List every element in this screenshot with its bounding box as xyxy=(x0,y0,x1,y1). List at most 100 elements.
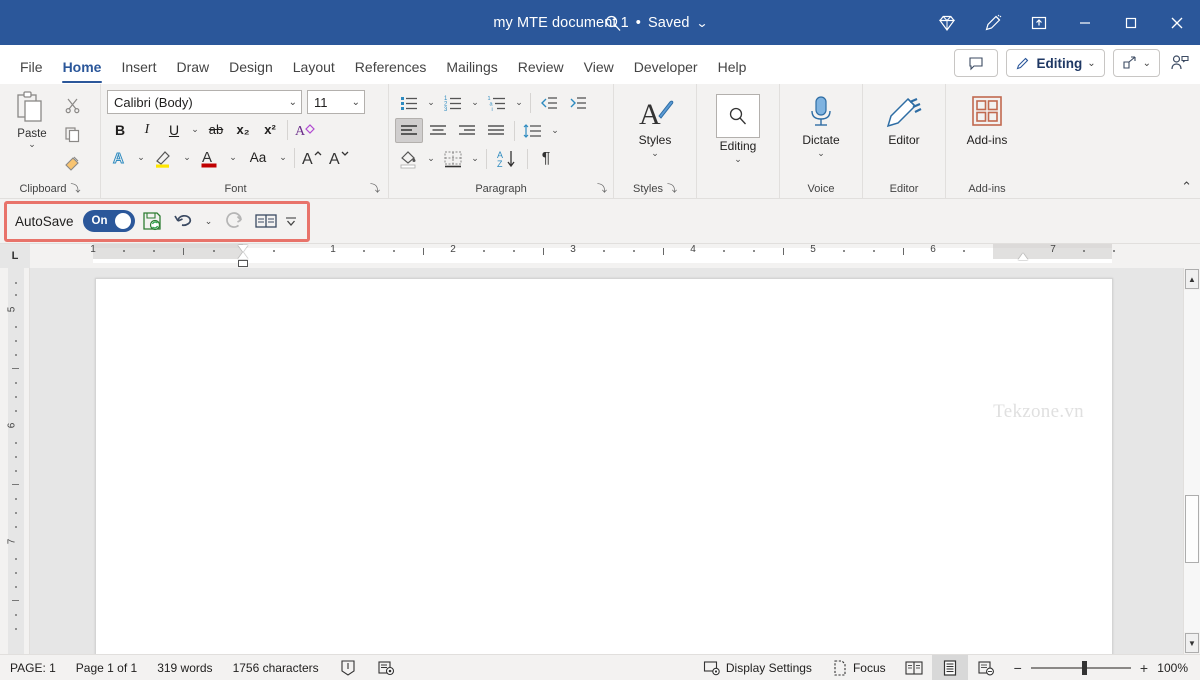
first-line-indent-marker[interactable] xyxy=(238,245,248,252)
ribbon-display-options-icon[interactable] xyxy=(1016,0,1062,45)
tab-draw[interactable]: Draw xyxy=(166,50,219,84)
right-indent-marker[interactable] xyxy=(1018,253,1028,260)
text-effects-chevron-down-icon[interactable]: ⌄ xyxy=(134,145,148,170)
redo-button[interactable] xyxy=(219,206,249,236)
editing-button[interactable]: Editing ⌄ xyxy=(703,88,773,164)
zoom-in-button[interactable]: + xyxy=(1140,660,1148,676)
sort-button[interactable]: AZ xyxy=(491,146,523,171)
cut-button[interactable] xyxy=(58,92,86,119)
shrink-font-button[interactable]: A xyxy=(326,145,352,170)
focus-button[interactable]: Focus xyxy=(822,659,896,677)
strikethrough-button[interactable]: ab xyxy=(203,117,229,142)
font-name-combobox[interactable]: Calibri (Body) ⌄ xyxy=(107,90,302,114)
line-spacing-chevron-down-icon[interactable]: ⌄ xyxy=(548,118,562,143)
highlight-chevron-down-icon[interactable]: ⌄ xyxy=(180,145,194,170)
align-left-button[interactable] xyxy=(395,118,423,143)
multilevel-chevron-down-icon[interactable]: ⌄ xyxy=(512,90,526,115)
search-icon[interactable] xyxy=(601,11,625,35)
maximize-button[interactable] xyxy=(1108,0,1154,45)
editing-mode-button[interactable]: Editing ⌄ xyxy=(1006,49,1104,77)
font-size-combobox[interactable]: 11 ⌄ xyxy=(307,90,365,114)
scroll-up-button[interactable]: ▲ xyxy=(1185,269,1199,289)
underline-button[interactable]: U xyxy=(161,117,187,142)
status-page-of[interactable]: Page 1 of 1 xyxy=(66,661,147,675)
addins-button[interactable]: Add-ins xyxy=(952,88,1022,147)
share-button[interactable]: ⌄ xyxy=(1113,49,1160,77)
borders-chevron-down-icon[interactable]: ⌄ xyxy=(468,146,482,171)
tab-home[interactable]: Home xyxy=(53,50,112,84)
spelling-check-icon[interactable] xyxy=(329,659,367,677)
table-layout-button[interactable] xyxy=(251,206,281,236)
zoom-knob[interactable] xyxy=(1082,661,1087,675)
dictate-button[interactable]: Dictate ⌄ xyxy=(786,88,856,158)
pen-designer-icon[interactable] xyxy=(970,0,1016,45)
numbering-button[interactable]: 123 xyxy=(439,90,467,115)
tab-design[interactable]: Design xyxy=(219,50,283,84)
document-canvas[interactable]: Tekzone.vn xyxy=(30,268,1183,654)
tab-file[interactable]: File xyxy=(10,50,53,84)
font-dialog-launcher[interactable]: ⤵ xyxy=(370,181,380,198)
change-case-chevron-down-icon[interactable]: ⌄ xyxy=(276,145,290,170)
underline-chevron-down-icon[interactable]: ⌄ xyxy=(188,117,202,142)
autosave-toggle[interactable]: On xyxy=(83,210,135,232)
clear-formatting-button[interactable]: A xyxy=(292,117,318,142)
tab-mailings[interactable]: Mailings xyxy=(436,50,507,84)
bullets-chevron-down-icon[interactable]: ⌄ xyxy=(424,90,438,115)
borders-button[interactable] xyxy=(439,146,467,171)
status-word-count[interactable]: 319 words xyxy=(147,661,222,675)
show-formatting-marks-button[interactable]: ¶ xyxy=(532,146,560,171)
collapse-ribbon-button[interactable]: ⌃ xyxy=(1181,179,1192,195)
line-spacing-button[interactable] xyxy=(519,118,547,143)
minimize-button[interactable] xyxy=(1062,0,1108,45)
hanging-indent-marker[interactable] xyxy=(238,252,248,259)
bullets-button[interactable] xyxy=(395,90,423,115)
close-button[interactable] xyxy=(1154,0,1200,45)
scroll-down-button[interactable]: ▼ xyxy=(1185,633,1199,653)
change-case-button[interactable]: Aa xyxy=(241,145,275,170)
web-layout-button[interactable] xyxy=(968,655,1004,680)
bold-button[interactable]: B xyxy=(107,117,133,142)
clipboard-dialog-launcher[interactable]: ⤵ xyxy=(71,181,81,198)
left-indent-marker[interactable] xyxy=(238,260,248,267)
text-effects-button[interactable]: A xyxy=(107,145,133,170)
zoom-slider[interactable]: − + xyxy=(1004,660,1154,676)
status-page-indicator[interactable]: PAGE: 1 xyxy=(0,661,66,675)
diamond-copilot-icon[interactable] xyxy=(924,0,970,45)
increase-indent-button[interactable] xyxy=(564,90,592,115)
italic-button[interactable]: I xyxy=(134,117,160,142)
paragraph-dialog-launcher[interactable]: ⤵ xyxy=(597,181,607,198)
save-button[interactable] xyxy=(137,206,167,236)
document-page[interactable]: Tekzone.vn xyxy=(95,278,1113,654)
copy-button[interactable] xyxy=(58,121,86,148)
tab-references[interactable]: References xyxy=(345,50,437,84)
zoom-out-button[interactable]: − xyxy=(1014,660,1022,676)
align-center-button[interactable] xyxy=(424,118,452,143)
grow-font-button[interactable]: A xyxy=(299,145,325,170)
tab-insert[interactable]: Insert xyxy=(111,50,166,84)
tab-help[interactable]: Help xyxy=(708,50,757,84)
zoom-level-label[interactable]: 100% xyxy=(1154,661,1200,675)
tab-review[interactable]: Review xyxy=(508,50,574,84)
vertical-ruler[interactable]: 5 6 7 xyxy=(0,268,30,654)
justify-button[interactable] xyxy=(482,118,510,143)
format-painter-button[interactable] xyxy=(58,150,86,177)
multilevel-list-button[interactable]: 1ai xyxy=(483,90,511,115)
horizontal-ruler[interactable]: 1 1 2 3 4 5 6 7 xyxy=(30,244,1200,268)
display-settings-button[interactable]: Display Settings xyxy=(693,659,822,677)
subscript-button[interactable]: x₂ xyxy=(230,117,256,142)
print-layout-button[interactable] xyxy=(932,655,968,680)
zoom-track[interactable] xyxy=(1031,667,1131,669)
font-color-chevron-down-icon[interactable]: ⌄ xyxy=(226,145,240,170)
scrollbar-track[interactable] xyxy=(1184,290,1200,632)
decrease-indent-button[interactable] xyxy=(535,90,563,115)
tab-layout[interactable]: Layout xyxy=(283,50,345,84)
comments-button[interactable] xyxy=(954,49,998,77)
styles-dialog-launcher[interactable]: ⤵ xyxy=(667,181,677,198)
styles-button[interactable]: A Styles ⌄ xyxy=(620,88,690,158)
align-right-button[interactable] xyxy=(453,118,481,143)
accessibility-icon[interactable] xyxy=(367,659,405,677)
vertical-scrollbar[interactable]: ▲ ▼ xyxy=(1183,268,1200,654)
editor-button[interactable]: Editor xyxy=(869,88,939,147)
text-highlight-button[interactable] xyxy=(149,145,179,170)
shading-chevron-down-icon[interactable]: ⌄ xyxy=(424,146,438,171)
